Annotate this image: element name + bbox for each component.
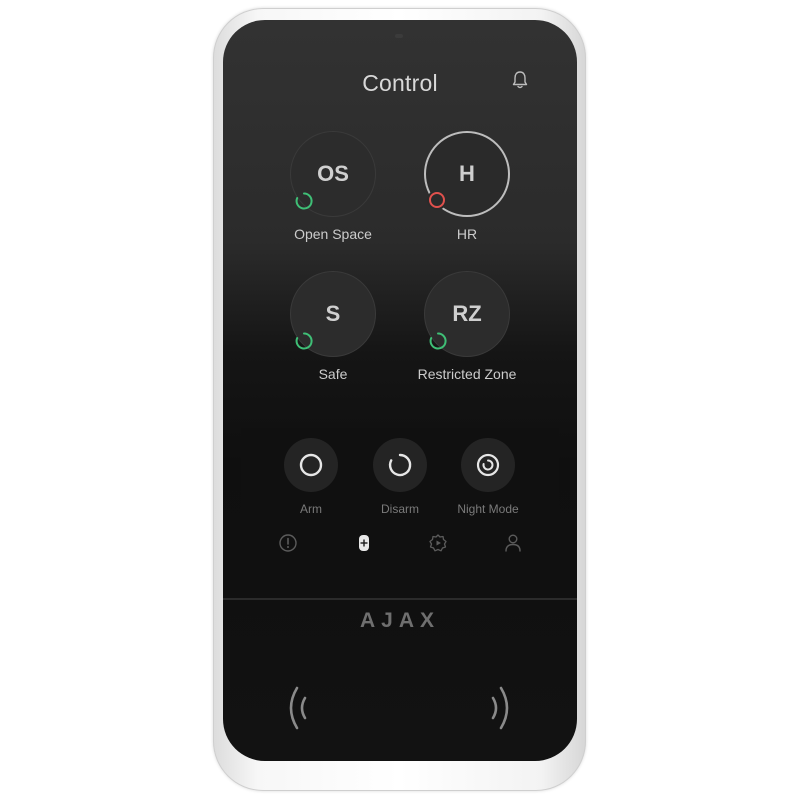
group-label: HR bbox=[456, 226, 478, 242]
scenarios-icon[interactable] bbox=[427, 532, 449, 554]
control-icon[interactable] bbox=[353, 532, 375, 554]
alert-icon[interactable] bbox=[277, 532, 299, 554]
arm-label: Arm bbox=[300, 502, 322, 516]
disarm-icon bbox=[388, 453, 412, 477]
arm-icon bbox=[299, 453, 323, 477]
arm-button[interactable] bbox=[284, 438, 338, 492]
bell-icon[interactable] bbox=[511, 70, 529, 90]
disarmed-status-icon bbox=[295, 192, 313, 210]
user-icon[interactable] bbox=[502, 532, 524, 554]
screen-divider bbox=[223, 598, 577, 600]
night-mode-icon bbox=[476, 453, 500, 477]
group-button-open-space[interactable]: OS bbox=[290, 131, 376, 217]
night-mode-label: Night Mode bbox=[457, 502, 519, 516]
camera-sensor bbox=[395, 34, 403, 38]
group-button-hr[interactable]: H bbox=[424, 131, 510, 217]
alarm-status-icon bbox=[427, 190, 447, 210]
night-mode-button[interactable] bbox=[461, 438, 515, 492]
disarm-label: Disarm bbox=[381, 502, 419, 516]
nfc-right-icon bbox=[491, 686, 509, 730]
disarmed-status-icon bbox=[295, 332, 313, 350]
group-button-restricted-zone[interactable]: RZ bbox=[424, 271, 510, 357]
disarmed-status-icon bbox=[429, 332, 447, 350]
group-button-safe[interactable]: S bbox=[290, 271, 376, 357]
touchscreen: Control OS Open Space H HR S Safe RZ Res… bbox=[223, 20, 577, 761]
group-label: Restricted Zone bbox=[417, 366, 517, 382]
brand-logo: AJAX bbox=[359, 609, 441, 632]
disarm-button[interactable] bbox=[373, 438, 427, 492]
nfc-left-icon bbox=[289, 686, 307, 730]
